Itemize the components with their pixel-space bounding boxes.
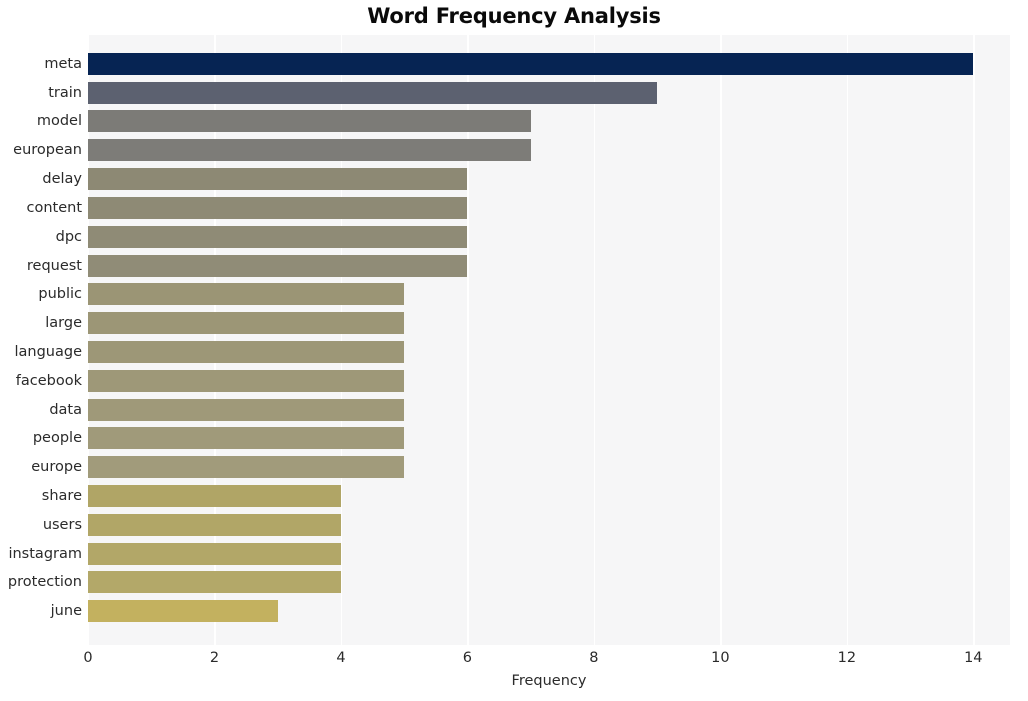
bar-content[interactable] — [88, 196, 468, 219]
bar-delay[interactable] — [88, 168, 468, 191]
y-tick-label-protection: protection — [7, 574, 82, 591]
bar-european[interactable] — [88, 139, 531, 162]
x-tick-label-4: 4 — [336, 650, 346, 666]
y-tick-label-users: users — [42, 516, 82, 533]
bar-meta[interactable] — [88, 52, 974, 75]
x-tick-label-12: 12 — [837, 650, 857, 666]
bar-june[interactable] — [88, 600, 278, 623]
y-tick-label-public: public — [38, 286, 82, 303]
y-tick-label-meta: meta — [44, 55, 82, 72]
bar-data[interactable] — [88, 398, 405, 421]
bars-container — [88, 35, 1010, 645]
y-tick-label-language: language — [14, 343, 82, 360]
x-axis-label: Frequency — [511, 673, 587, 689]
x-tick-label-2: 2 — [209, 650, 220, 666]
plot-area — [88, 35, 1010, 645]
y-tick-label-dpc: dpc — [55, 228, 82, 245]
x-tick-label-6: 6 — [462, 650, 473, 666]
y-tick-label-instagram: instagram — [8, 545, 82, 562]
bar-facebook[interactable] — [88, 369, 405, 392]
bar-people[interactable] — [88, 427, 405, 450]
x-tick-label-14: 14 — [964, 650, 983, 666]
x-tick-label-0: 0 — [83, 650, 93, 666]
y-tick-label-june: june — [50, 603, 82, 620]
x-tick-label-8: 8 — [589, 650, 599, 666]
y-tick-label-model: model — [36, 113, 82, 130]
y-tick-label-europe: europe — [31, 459, 82, 476]
bar-users[interactable] — [88, 513, 341, 536]
bar-share[interactable] — [88, 485, 341, 508]
bar-protection[interactable] — [88, 571, 341, 594]
x-axis-tick-labels: 0 2 4 6 8 10 12 14 — [83, 649, 1010, 671]
bar-request[interactable] — [88, 254, 468, 277]
bar-model[interactable] — [88, 110, 531, 133]
y-tick-label-european: european — [13, 142, 82, 159]
y-tick-label-people: people — [32, 430, 82, 447]
bar-public[interactable] — [88, 283, 405, 306]
y-tick-label-data: data — [49, 401, 82, 418]
y-tick-label-share: share — [41, 488, 82, 505]
x-tick-label-10: 10 — [711, 650, 730, 666]
bar-instagram[interactable] — [88, 542, 341, 565]
y-tick-label-content: content — [26, 199, 82, 216]
y-tick-label-request: request — [26, 257, 82, 274]
chart-figure: Word Frequency Analysis meta train model eu… — [0, 0, 1028, 701]
bar-train[interactable] — [88, 81, 658, 104]
page-title: Word Frequency Analysis — [367, 4, 661, 28]
y-tick-label-delay: delay — [42, 171, 82, 188]
bar-dpc[interactable] — [88, 225, 468, 248]
y-axis-tick-labels: meta train model european delay content dpc req… — [0, 35, 82, 645]
y-tick-label-facebook: facebook — [15, 372, 82, 389]
bar-language[interactable] — [88, 340, 405, 363]
y-tick-label-train: train — [48, 84, 82, 101]
bar-large[interactable] — [88, 312, 405, 335]
bar-europe[interactable] — [88, 456, 405, 479]
y-tick-label-large: large — [45, 315, 82, 332]
